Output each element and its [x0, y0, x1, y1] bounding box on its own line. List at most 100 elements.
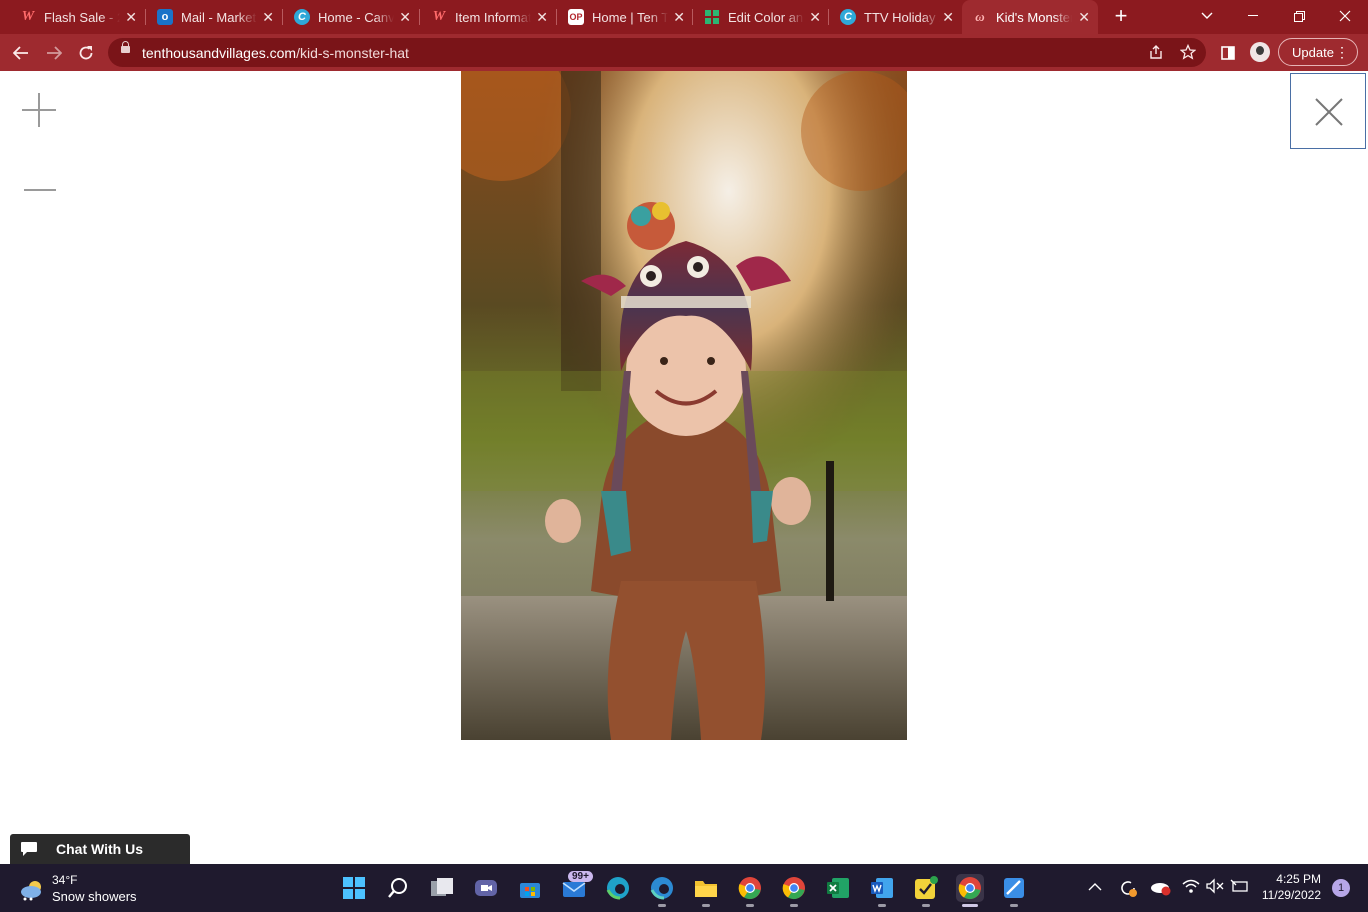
edge-profile-button[interactable]: [648, 874, 676, 902]
tab-title: Home - Canva: [318, 9, 394, 25]
tab-separator: [282, 9, 283, 25]
chrome-profile-button[interactable]: [780, 874, 808, 902]
ten-thousand-villages-icon: ω: [975, 9, 985, 24]
tab-title: Mail - Marketing: [181, 9, 257, 25]
ten-thousand-villages-icon: W: [432, 9, 446, 24]
store-button[interactable]: [516, 874, 544, 902]
close-icon: [1339, 10, 1351, 22]
new-tab-button[interactable]: +: [1104, 0, 1138, 32]
close-tab-icon[interactable]: ✕: [125, 9, 137, 25]
edge-icon: [650, 877, 673, 900]
outlook-icon: o: [157, 9, 173, 25]
word-button[interactable]: [868, 874, 896, 902]
side-panel-icon[interactable]: [1217, 42, 1239, 64]
windows-taskbar: 34°F Snow showers 99+ 4:25 PM 11/29/2022…: [0, 864, 1368, 912]
close-tab-icon[interactable]: ✕: [673, 9, 685, 25]
chrome-active-button[interactable]: [956, 874, 984, 902]
search-button[interactable]: [384, 874, 412, 902]
running-indicator: [1010, 904, 1018, 907]
chevron-up-icon: [1088, 883, 1102, 891]
clock-date[interactable]: 11/29/2022: [1262, 888, 1321, 902]
tab-ttv-holiday[interactable]: C TTV Holiday / Canva ✕: [830, 0, 962, 34]
paint-button[interactable]: [1000, 874, 1028, 902]
close-tab-icon[interactable]: ✕: [536, 9, 548, 25]
product-photo-image: [461, 71, 907, 740]
tab-title: Flash Sale - 25% Off: [44, 9, 120, 25]
checkmark-app-icon: [915, 876, 938, 899]
share-icon[interactable]: [1145, 41, 1167, 63]
tab-home-ten-thousand[interactable]: OP Home | Ten Thousand ✕: [558, 0, 693, 34]
sync-icon[interactable]: [1118, 878, 1138, 901]
show-hidden-icons-button[interactable]: [1088, 879, 1102, 895]
close-tab-icon[interactable]: ✕: [399, 9, 411, 25]
restore-button[interactable]: [1276, 0, 1322, 32]
close-tab-icon[interactable]: ✕: [942, 9, 954, 25]
tab-title: Item Information: [455, 9, 531, 25]
address-bar[interactable]: tenthousandvillages.com/kid-s-monster-ha…: [108, 38, 1206, 67]
onedrive-error-icon[interactable]: [1150, 878, 1172, 899]
reload-button[interactable]: [75, 42, 97, 64]
grid-app-icon: [704, 9, 720, 25]
zoom-in-button[interactable]: [22, 92, 58, 128]
url-text[interactable]: tenthousandvillages.com/kid-s-monster-ha…: [142, 45, 409, 61]
close-tab-icon[interactable]: ✕: [809, 9, 821, 25]
tab-mail[interactable]: o Mail - Marketing ✕: [147, 0, 282, 34]
tab-title: Kid's Monster Hat: [996, 9, 1072, 25]
minimize-button[interactable]: [1230, 0, 1276, 32]
tab-kids-monster-hat[interactable]: ω Kid's Monster Hat ✕: [962, 0, 1098, 34]
volume-muted-icon[interactable]: [1206, 878, 1224, 897]
edge-button[interactable]: [604, 874, 632, 902]
tab-canva-home[interactable]: C Home - Canva ✕: [284, 0, 419, 34]
close-window-button[interactable]: [1322, 0, 1368, 32]
file-explorer-button[interactable]: [692, 874, 720, 902]
back-button[interactable]: [10, 42, 32, 64]
battery-icon[interactable]: [1230, 878, 1250, 897]
weather-temperature: 34°F: [52, 873, 78, 887]
update-button[interactable]: Update ⋮: [1278, 38, 1358, 66]
word-icon: [871, 878, 893, 898]
op-icon: OP: [568, 9, 584, 25]
tab-separator: [145, 9, 146, 25]
running-indicator: [922, 904, 930, 907]
browser-toolbar: tenthousandvillages.com/kid-s-monster-ha…: [0, 34, 1368, 71]
clock-time[interactable]: 4:25 PM: [1276, 872, 1321, 886]
tab-title: Edit Color and: [728, 9, 804, 25]
profile-avatar[interactable]: [1250, 42, 1270, 62]
chrome-icon: [958, 877, 981, 900]
excel-icon: [827, 878, 849, 898]
bookmark-star-icon[interactable]: [1177, 41, 1199, 63]
chevron-down-icon: [1201, 12, 1213, 19]
tab-item-information[interactable]: W Item Information ✕: [421, 0, 556, 34]
tab-edit-color[interactable]: Edit Color and ✕: [694, 0, 829, 34]
close-tab-icon[interactable]: ✕: [262, 9, 274, 25]
search-icon: [388, 878, 407, 898]
chrome-icon: [738, 877, 761, 900]
start-button[interactable]: [340, 874, 368, 902]
canva-icon: C: [294, 9, 310, 25]
excel-button[interactable]: [824, 874, 852, 902]
tab-title: Home | Ten Thousand: [592, 9, 668, 25]
forward-button[interactable]: [43, 42, 65, 64]
wifi-icon[interactable]: [1182, 878, 1200, 897]
close-lightbox-button[interactable]: [1290, 73, 1366, 149]
url-host: tenthousandvillages.com: [142, 45, 297, 61]
tab-separator: [556, 9, 557, 25]
tasks-app-button[interactable]: [912, 874, 940, 902]
tab-search-button[interactable]: [1184, 0, 1230, 32]
running-indicator: [702, 904, 710, 907]
arrow-right-icon: [47, 46, 62, 60]
chat-with-us-button[interactable]: Chat With Us: [10, 834, 190, 864]
update-label: Update: [1292, 44, 1334, 60]
close-tab-icon[interactable]: ✕: [1078, 9, 1090, 25]
zoom-out-button[interactable]: [22, 180, 58, 200]
teams-chat-button[interactable]: [472, 874, 500, 902]
weather-widget[interactable]: [18, 876, 46, 904]
notification-badge[interactable]: 1: [1332, 879, 1350, 897]
chrome-icon: [782, 877, 805, 900]
product-photo[interactable]: [461, 71, 907, 740]
tab-separator: [828, 9, 829, 25]
task-view-button[interactable]: [428, 874, 456, 902]
tab-flash-sale[interactable]: W Flash Sale - 25% Off ✕: [10, 0, 145, 34]
chrome-button[interactable]: [736, 874, 764, 902]
snow-cloud-icon: [21, 881, 41, 901]
